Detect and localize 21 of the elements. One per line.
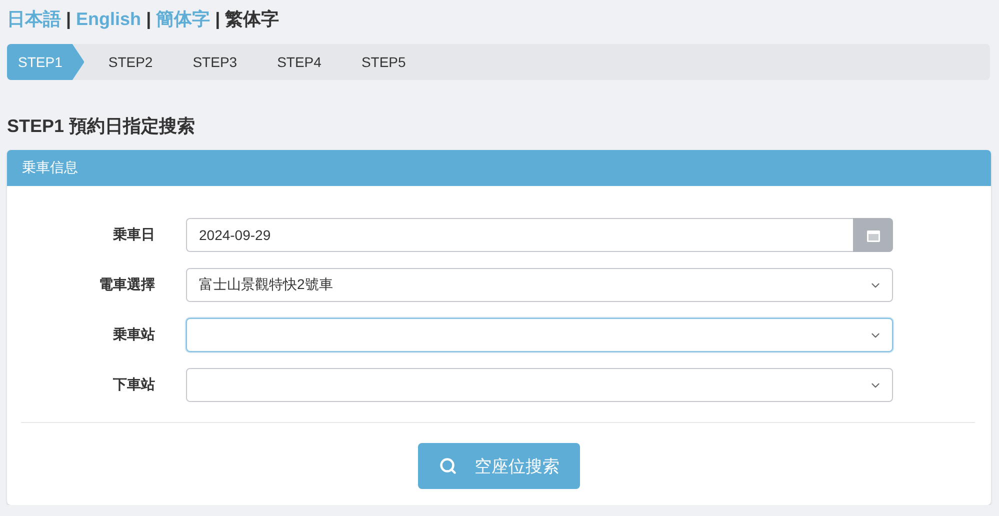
panel-header: 乗車信息 <box>7 150 991 186</box>
step-tab[interactable]: STEP4 <box>257 44 342 80</box>
calendar-button[interactable] <box>853 218 893 252</box>
separator: | <box>146 8 152 30</box>
select-field[interactable] <box>186 368 893 402</box>
field-label: 電車選擇 <box>98 276 155 294</box>
search-icon <box>438 457 456 475</box>
separator: | <box>215 8 220 30</box>
step-tab[interactable]: STEP5 <box>341 44 426 80</box>
step-tab[interactable]: STEP3 <box>172 44 258 80</box>
field-label: 乗車日 <box>112 226 155 244</box>
calendar-icon <box>866 228 880 242</box>
select-field[interactable]: 富士山景觀特快2號車 <box>186 268 893 302</box>
step-tab[interactable]: STEP2 <box>88 44 173 80</box>
field-label: 下車站 <box>112 376 155 394</box>
field-label: 乗車站 <box>112 326 155 344</box>
date-field[interactable]: 2024-09-29 <box>186 218 853 252</box>
separator: | <box>66 8 72 30</box>
select-field[interactable] <box>186 318 893 352</box>
page-title: STEP1 預約日指定搜索 <box>7 115 196 138</box>
language-link[interactable]: 繁体字 <box>225 7 280 31</box>
